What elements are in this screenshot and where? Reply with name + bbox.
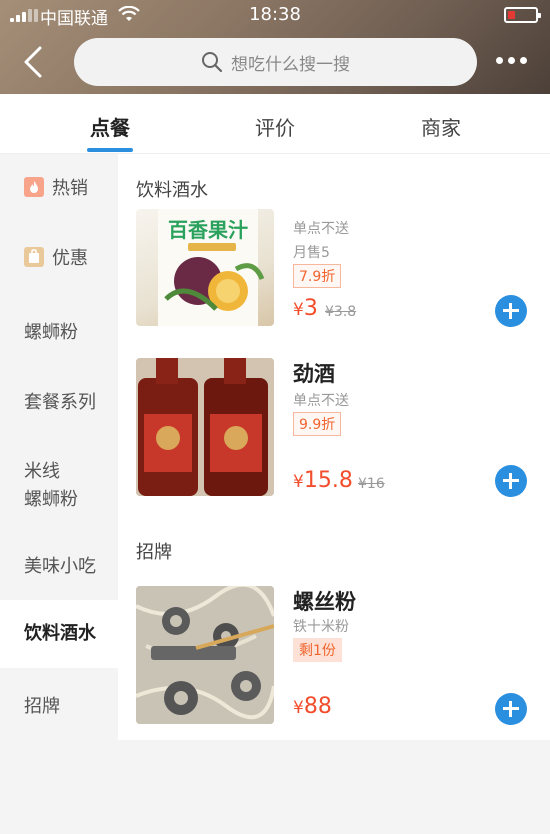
sidebar-item-signature[interactable]: 招牌 bbox=[0, 692, 118, 722]
add-to-cart-button[interactable] bbox=[495, 693, 527, 725]
search-input[interactable]: 想吃什么搜一搜 bbox=[74, 38, 477, 86]
sidebar-item-rice-noodles[interactable]: 米线 螺蛳粉 bbox=[0, 458, 118, 514]
battery-icon bbox=[504, 7, 541, 23]
header-bar: 中国联通 18:38 想吃什么搜一搜 bbox=[0, 0, 550, 94]
flame-icon bbox=[24, 177, 44, 197]
back-arrow-icon[interactable] bbox=[20, 44, 48, 80]
product-note: 单点不送 bbox=[293, 221, 349, 237]
status-bar: 中国联通 18:38 bbox=[0, 0, 550, 30]
sidebar-item-snacks[interactable]: 美味小吃 bbox=[0, 552, 118, 582]
sidebar-item-hot[interactable]: 热销 bbox=[0, 174, 118, 204]
search-placeholder: 想吃什么搜一搜 bbox=[231, 54, 350, 75]
stock-badge: 剩1份 bbox=[293, 638, 342, 662]
sidebar-item-drinks[interactable]: 饮料酒水 bbox=[0, 600, 118, 668]
original-price: ¥16 bbox=[358, 476, 385, 492]
clock: 18:38 bbox=[249, 4, 301, 25]
product-image[interactable] bbox=[136, 358, 274, 496]
discount-badge: 7.9折 bbox=[293, 264, 342, 288]
section-title: 招牌 bbox=[136, 542, 172, 563]
product-sales: 月售5 bbox=[293, 245, 330, 261]
active-tab-indicator bbox=[87, 148, 133, 152]
section-title: 饮料酒水 bbox=[136, 180, 208, 201]
product-image-label: 百香果汁 bbox=[168, 218, 248, 242]
menu-content: 饮料酒水 百香果汁 单点不送 月售5 7.9折 ¥3 ¥3.8 劲酒 单点不送 … bbox=[118, 154, 550, 740]
add-to-cart-button[interactable] bbox=[495, 465, 527, 497]
sidebar-item-label: 热销 bbox=[52, 178, 88, 199]
sidebar-item-combo[interactable]: 套餐系列 bbox=[0, 388, 118, 418]
discount-bag-icon bbox=[24, 247, 44, 267]
search-icon bbox=[202, 52, 223, 73]
sidebar-item-discount[interactable]: 优惠 bbox=[0, 244, 118, 274]
tab-order[interactable]: 点餐 bbox=[55, 112, 165, 141]
more-options-icon[interactable] bbox=[496, 50, 532, 70]
add-to-cart-button[interactable] bbox=[495, 295, 527, 327]
sidebar-item-label: 优惠 bbox=[52, 248, 88, 269]
discount-badge: 9.9折 bbox=[293, 412, 342, 436]
product-image[interactable] bbox=[136, 586, 274, 724]
product-price: ¥15.8 bbox=[293, 468, 353, 493]
sidebar-item-luosifen[interactable]: 螺蛳粉 bbox=[0, 318, 118, 348]
product-name: 劲酒 bbox=[293, 362, 335, 386]
product-image[interactable]: 百香果汁 bbox=[136, 209, 274, 326]
category-sidebar: 热销 优惠 螺蛳粉 套餐系列 米线 螺蛳粉 美味小吃 饮料酒水 招牌 bbox=[0, 154, 118, 834]
tab-bar: 点餐 评价 商家 bbox=[0, 94, 550, 154]
product-note: 单点不送 bbox=[293, 393, 349, 409]
tab-merchant[interactable]: 商家 bbox=[386, 112, 496, 141]
product-price: ¥88 bbox=[293, 694, 332, 719]
product-name: 螺丝粉 bbox=[293, 590, 356, 614]
product-price: ¥3 bbox=[293, 296, 318, 321]
product-description: 铁十米粉 bbox=[293, 619, 349, 635]
tab-reviews[interactable]: 评价 bbox=[220, 112, 330, 141]
original-price: ¥3.8 bbox=[325, 304, 357, 320]
